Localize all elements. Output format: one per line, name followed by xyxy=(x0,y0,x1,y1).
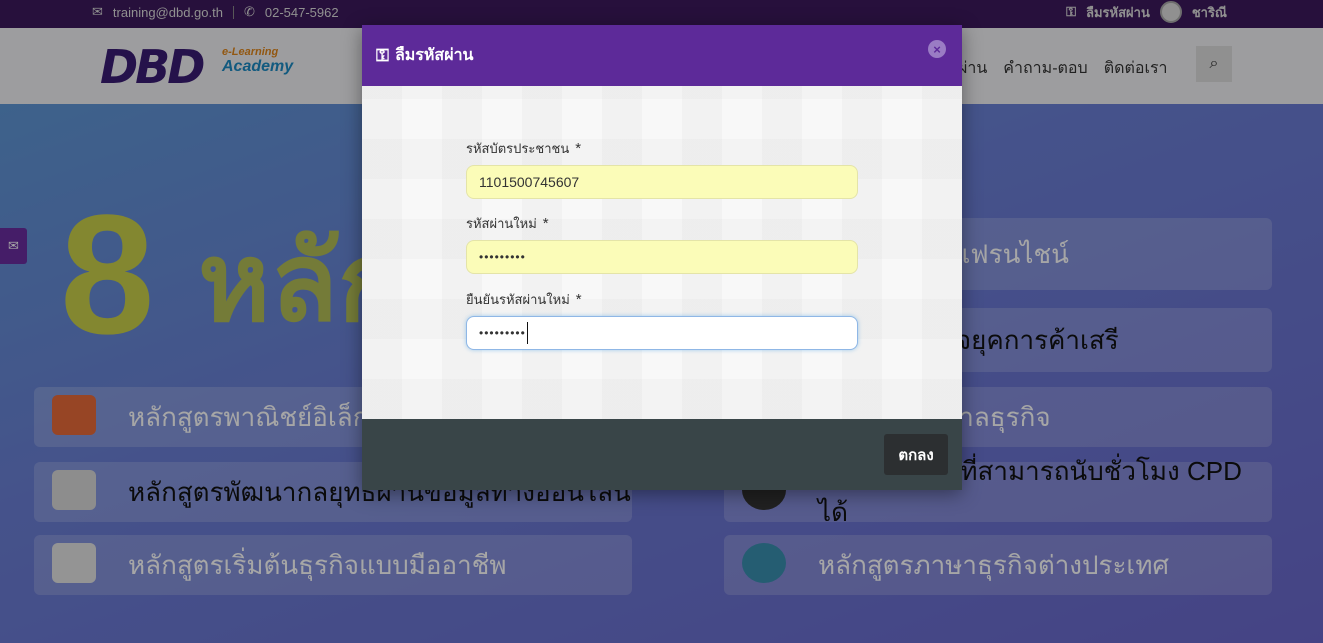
citizen-id-field-group: รหัสบัตรประชาชน * 1101500745607 xyxy=(466,138,858,199)
modal-title: ลืมรหัสผ่าน xyxy=(394,47,474,64)
key-icon: ⚿ xyxy=(376,45,389,65)
forgot-password-modal: ⚿ ลืมรหัสผ่าน × รหัสบัตรประชาชน * 1101500… xyxy=(362,25,962,490)
confirm-password-label: ยืนยันรหัสผ่านใหม่ * xyxy=(466,291,582,308)
new-password-label: รหัสผ่านใหม่ * xyxy=(466,215,549,232)
confirm-password-input[interactable]: ••••••••• xyxy=(466,316,858,350)
confirm-password-field-group: ยืนยันรหัสผ่านใหม่ * ••••••••• xyxy=(466,289,858,350)
modal-footer: ตกลง xyxy=(362,419,962,490)
ok-button[interactable]: ตกลง xyxy=(884,434,948,475)
new-password-input[interactable]: ••••••••• xyxy=(466,240,858,274)
close-button[interactable]: × xyxy=(928,40,946,58)
modal-body: รหัสบัตรประชาชน * 1101500745607 รหัสผ่านใ… xyxy=(362,86,962,419)
citizen-id-input[interactable]: 1101500745607 xyxy=(466,165,858,199)
new-password-field-group: รหัสผ่านใหม่ * ••••••••• xyxy=(466,213,858,274)
citizen-id-label: รหัสบัตรประชาชน * xyxy=(466,140,582,157)
modal-header: ⚿ ลืมรหัสผ่าน × xyxy=(362,25,962,86)
text-caret xyxy=(526,322,528,344)
